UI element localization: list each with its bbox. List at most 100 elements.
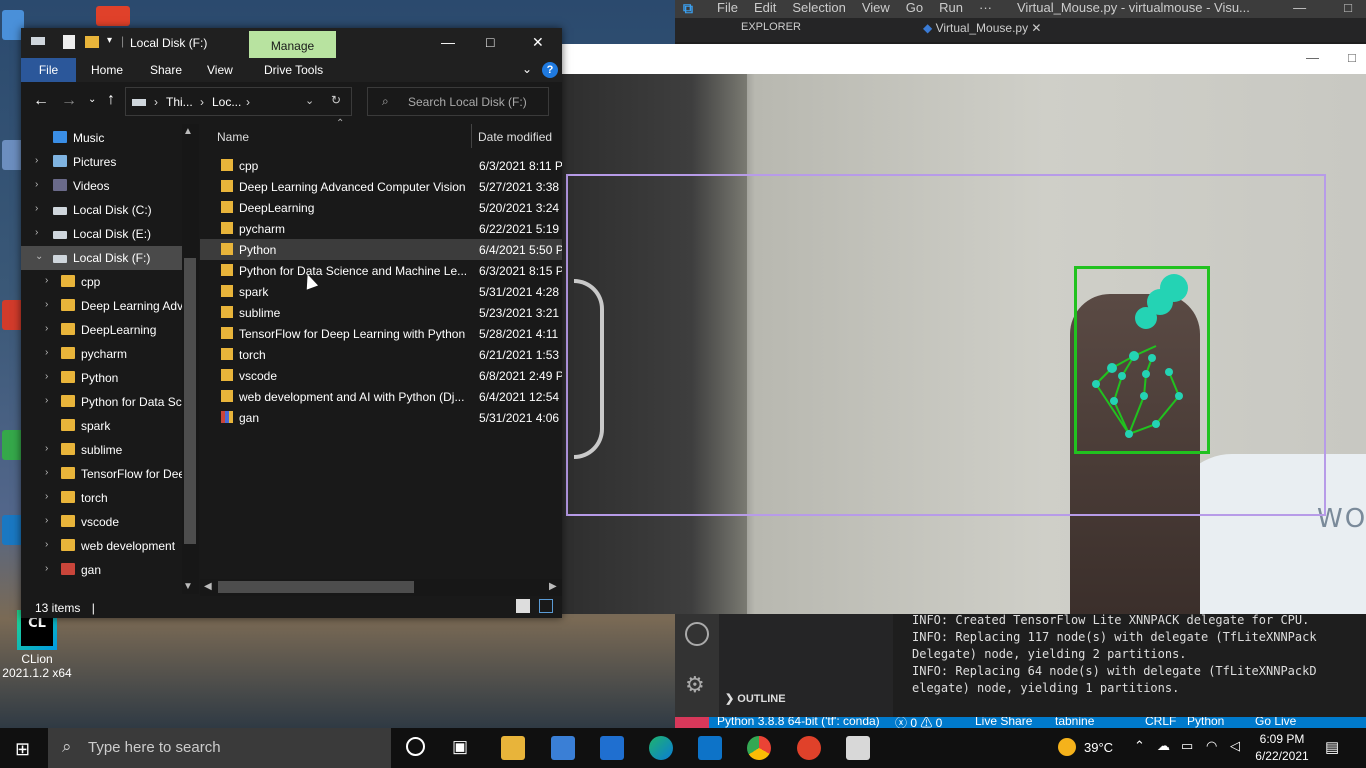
- live-share-status[interactable]: Live Share: [975, 717, 1032, 728]
- tree-item[interactable]: › Videos: [21, 174, 199, 198]
- notifications-icon[interactable]: ▤: [1325, 738, 1339, 756]
- column-divider[interactable]: [471, 124, 472, 148]
- close-icon[interactable]: ✕: [532, 34, 544, 51]
- help-icon[interactable]: ?: [542, 62, 558, 78]
- accounts-icon[interactable]: [685, 622, 709, 646]
- expand-chevron-icon[interactable]: ›: [45, 539, 48, 550]
- maximize-icon[interactable]: □: [1348, 50, 1356, 65]
- navigation-pane[interactable]: Music › Pictures › Videos › Local Disk (C:) › Lo…: [21, 124, 199, 594]
- python-app-taskbar-icon[interactable]: [846, 736, 870, 760]
- file-row[interactable]: vscode 6/8/2021 2:49 PM: [200, 365, 562, 386]
- tree-item[interactable]: › Local Disk (E:): [21, 222, 199, 246]
- tab-home[interactable]: Home: [91, 63, 123, 77]
- pdf-app-icon[interactable]: [96, 6, 130, 26]
- file-row[interactable]: gan 5/31/2021 4:06 PM: [200, 407, 562, 428]
- line-ending-status[interactable]: CRLF: [1145, 717, 1176, 728]
- minimize-icon[interactable]: —: [441, 34, 455, 50]
- vscode-menu-item[interactable]: View: [862, 0, 890, 15]
- tab-share[interactable]: Share: [150, 63, 182, 77]
- tree-item[interactable]: › Python: [21, 366, 199, 390]
- breadcrumb-local-disk[interactable]: Loc...: [212, 95, 241, 109]
- edge-taskbar-icon[interactable]: [649, 736, 673, 760]
- store-taskbar-icon[interactable]: [551, 736, 575, 760]
- search-input[interactable]: ⌕ Search Local Disk (F:): [367, 87, 549, 116]
- tree-item[interactable]: › cpp: [21, 270, 199, 294]
- tree-item[interactable]: › pycharm: [21, 342, 199, 366]
- tree-item[interactable]: › gan: [21, 558, 199, 582]
- expand-chevron-icon[interactable]: ›: [45, 371, 48, 382]
- file-row[interactable]: Python for Data Science and Machine Le..…: [200, 260, 562, 281]
- expand-chevron-icon[interactable]: ›: [45, 275, 48, 286]
- terminal-output[interactable]: INFO: Created TensorFlow Lite XNNPACK de…: [893, 612, 1366, 717]
- expand-chevron-icon[interactable]: ›: [45, 299, 48, 310]
- expand-chevron-icon[interactable]: ›: [45, 467, 48, 478]
- maximize-icon[interactable]: □: [486, 34, 494, 50]
- back-arrow-icon[interactable]: ←: [33, 92, 49, 110]
- clion-desktop-icon[interactable]: CL CLion 2021.1.2 x64: [2, 610, 72, 680]
- file-row[interactable]: Deep Learning Advanced Computer Vision 5/…: [200, 176, 562, 197]
- refresh-icon[interactable]: ↻: [331, 93, 341, 107]
- settings-gear-icon[interactable]: ⚙: [685, 672, 705, 698]
- battery-icon[interactable]: ▭: [1181, 738, 1193, 754]
- vscode-menu-item[interactable]: Run: [939, 0, 963, 15]
- tab-file[interactable]: File: [21, 58, 76, 82]
- scrollbar-thumb[interactable]: [218, 581, 414, 593]
- scrollbar-thumb[interactable]: [184, 258, 196, 544]
- go-live-status[interactable]: Go Live: [1255, 717, 1296, 728]
- scroll-down-icon[interactable]: ▼: [183, 581, 193, 592]
- vscode-menu-item[interactable]: Edit: [754, 0, 776, 15]
- address-bar[interactable]: › Thi... › Loc... › ⌄ ↻: [125, 87, 352, 116]
- file-explorer-window[interactable]: ▾ | Local Disk (F:) — □ ✕ Manage File Ho…: [21, 28, 562, 618]
- problems-status[interactable]: ⓧ 0 ⚠ 0: [895, 717, 942, 728]
- ribbon-expand-icon[interactable]: ⌄: [522, 62, 532, 76]
- expand-chevron-icon[interactable]: ›: [45, 323, 48, 334]
- outline-section[interactable]: ❯ OUTLINE: [725, 692, 786, 705]
- address-dropdown-icon[interactable]: ⌄: [305, 94, 314, 107]
- close-tab-icon[interactable]: ✕: [1031, 21, 1041, 35]
- tree-item[interactable]: › Local Disk (C:): [21, 198, 199, 222]
- recorder-taskbar-icon[interactable]: [797, 736, 821, 760]
- tree-item[interactable]: › torch: [21, 486, 199, 510]
- tree-item[interactable]: › sublime: [21, 438, 199, 462]
- new-folder-icon[interactable]: [85, 36, 99, 48]
- expand-chevron-icon[interactable]: ›: [35, 155, 38, 166]
- file-row[interactable]: sublime 5/23/2021 3:21 PM: [200, 302, 562, 323]
- vscode-menu-item[interactable]: Selection: [792, 0, 845, 15]
- language-status[interactable]: Python: [1187, 717, 1224, 728]
- wifi-icon[interactable]: ◠: [1206, 738, 1217, 754]
- chrome-taskbar-icon[interactable]: [747, 736, 771, 760]
- vscode-menu-item[interactable]: ···: [979, 0, 992, 15]
- file-explorer-taskbar-icon[interactable]: [501, 736, 525, 760]
- editor-tab[interactable]: ◆ Virtual_Mouse.py ✕: [923, 21, 1041, 35]
- scroll-right-icon[interactable]: ▶: [549, 581, 557, 592]
- expand-chevron-icon[interactable]: ›: [45, 443, 48, 454]
- expand-chevron-icon[interactable]: ›: [45, 563, 48, 574]
- weather-icon[interactable]: [1058, 738, 1076, 756]
- up-arrow-icon[interactable]: ↑: [107, 91, 115, 109]
- tree-item[interactable]: › vscode: [21, 510, 199, 534]
- remote-indicator-icon[interactable]: [675, 717, 709, 728]
- expand-chevron-icon[interactable]: ›: [45, 491, 48, 502]
- tree-item[interactable]: › DeepLearning: [21, 318, 199, 342]
- column-name[interactable]: Name: [217, 130, 249, 144]
- tree-item[interactable]: ⌄ Local Disk (F:): [21, 246, 199, 270]
- file-row[interactable]: TensorFlow for Deep Learning with Python…: [200, 323, 562, 344]
- scroll-left-icon[interactable]: ◀: [204, 581, 212, 592]
- show-hidden-icons-icon[interactable]: ⌃: [1134, 738, 1145, 754]
- expand-chevron-icon[interactable]: ›: [45, 515, 48, 526]
- properties-icon[interactable]: [63, 35, 75, 49]
- expand-chevron-icon[interactable]: ›: [45, 395, 48, 406]
- expand-chevron-icon[interactable]: ›: [35, 203, 38, 214]
- tab-drive-tools[interactable]: Drive Tools: [264, 63, 323, 77]
- minimize-icon[interactable]: —: [1293, 0, 1306, 15]
- volume-icon[interactable]: ◁: [1230, 738, 1240, 754]
- tabnine-status[interactable]: tabnine: [1055, 717, 1094, 728]
- camera-window[interactable]: — □ WO: [562, 44, 1366, 614]
- forward-arrow-icon[interactable]: →: [61, 92, 77, 110]
- file-row[interactable]: pycharm 6/22/2021 5:19 PM: [200, 218, 562, 239]
- file-row[interactable]: Python 6/4/2021 5:50 PM: [200, 239, 562, 260]
- tree-item[interactable]: Music: [21, 126, 199, 150]
- windows-start-icon[interactable]: ⊞: [15, 739, 30, 760]
- onedrive-icon[interactable]: ☁: [1157, 738, 1170, 754]
- manage-tab[interactable]: Manage: [249, 31, 336, 58]
